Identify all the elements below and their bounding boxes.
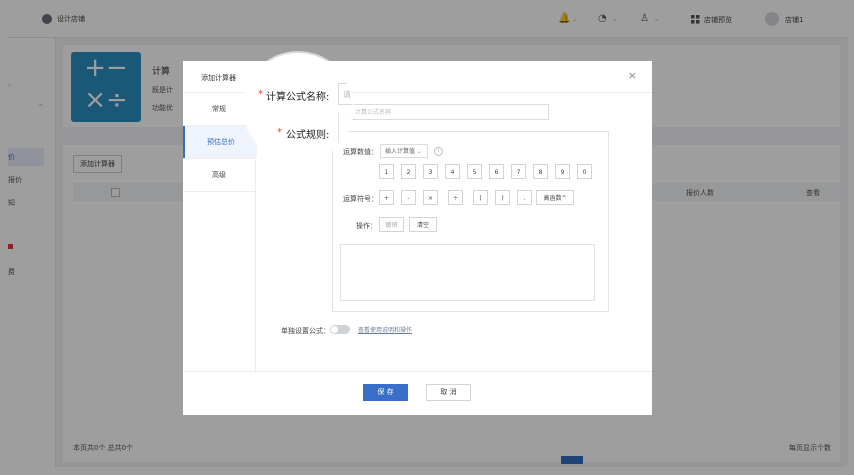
digit-key[interactable]: 6 [489, 164, 504, 179]
chevron-down-icon: ⌄ [415, 148, 422, 155]
digit-key[interactable]: 0 [577, 164, 592, 179]
undo-button[interactable]: 撤销 [379, 217, 404, 232]
operator-key[interactable]: ÷ [448, 190, 463, 205]
toggle-knob [331, 326, 338, 333]
operator-key[interactable]: . [517, 190, 532, 205]
divider [183, 191, 255, 192]
formula-rule-label: 公式规则: [286, 130, 330, 141]
formula-name-label: 计算公式名称: [266, 92, 330, 103]
digit-key[interactable]: 3 [423, 164, 438, 179]
divider [183, 371, 652, 372]
operator-key[interactable]: + [379, 190, 394, 205]
operator-key[interactable]: ) [495, 190, 510, 205]
operator-key[interactable]: ( [473, 190, 488, 205]
close-icon[interactable]: × [628, 69, 637, 82]
digit-key[interactable]: 7 [511, 164, 526, 179]
cancel-button[interactable]: 取 消 [426, 384, 471, 401]
separate-formula-label: 单独设置公式： [281, 327, 330, 335]
operations-label: 操作： [356, 222, 377, 230]
separate-formula-toggle[interactable] [330, 325, 350, 334]
operator-key[interactable]: - [401, 190, 416, 205]
dialog-nav: 常规 预估总价 高级 [183, 93, 257, 371]
required-star: * [277, 127, 282, 138]
tab-estimated-total[interactable]: 预估总价 [183, 126, 257, 158]
insert-calc-value-select[interactable]: 插入计算值 ⌄ [380, 144, 428, 158]
digit-key[interactable]: 8 [533, 164, 548, 179]
formula-name-input-zoomed: 请 [338, 83, 352, 105]
digit-key[interactable]: 2 [401, 164, 416, 179]
digit-key[interactable]: 5 [467, 164, 482, 179]
divider [338, 113, 339, 161]
select-value: 插入计算值 [385, 148, 416, 155]
save-button[interactable]: 保 存 [363, 384, 408, 401]
operator-key[interactable]: × [423, 190, 438, 205]
tab-advanced[interactable]: 高级 [183, 159, 255, 191]
operand-values-label: 运算数值： [343, 148, 378, 156]
info-icon[interactable]: i [434, 147, 443, 156]
required-star: * [258, 89, 263, 100]
digit-key[interactable]: 4 [445, 164, 460, 179]
zoom-magnifier: * 计算公式名称: 请 * 公式规则: [244, 53, 352, 161]
clear-button[interactable]: 清空 [409, 217, 437, 232]
digit-key[interactable]: 9 [555, 164, 570, 179]
formula-name-input[interactable]: 计算公式名称 [349, 104, 549, 120]
formula-editor[interactable] [340, 244, 595, 301]
usage-help-link[interactable]: 查看使用说明和操作 [358, 325, 412, 334]
operators-label: 运算符号： [343, 195, 378, 203]
advanced-function-key[interactable]: 高函数^ [536, 190, 574, 205]
digit-key[interactable]: 1 [379, 164, 394, 179]
dialog-title: 添加计算器 [201, 74, 236, 82]
